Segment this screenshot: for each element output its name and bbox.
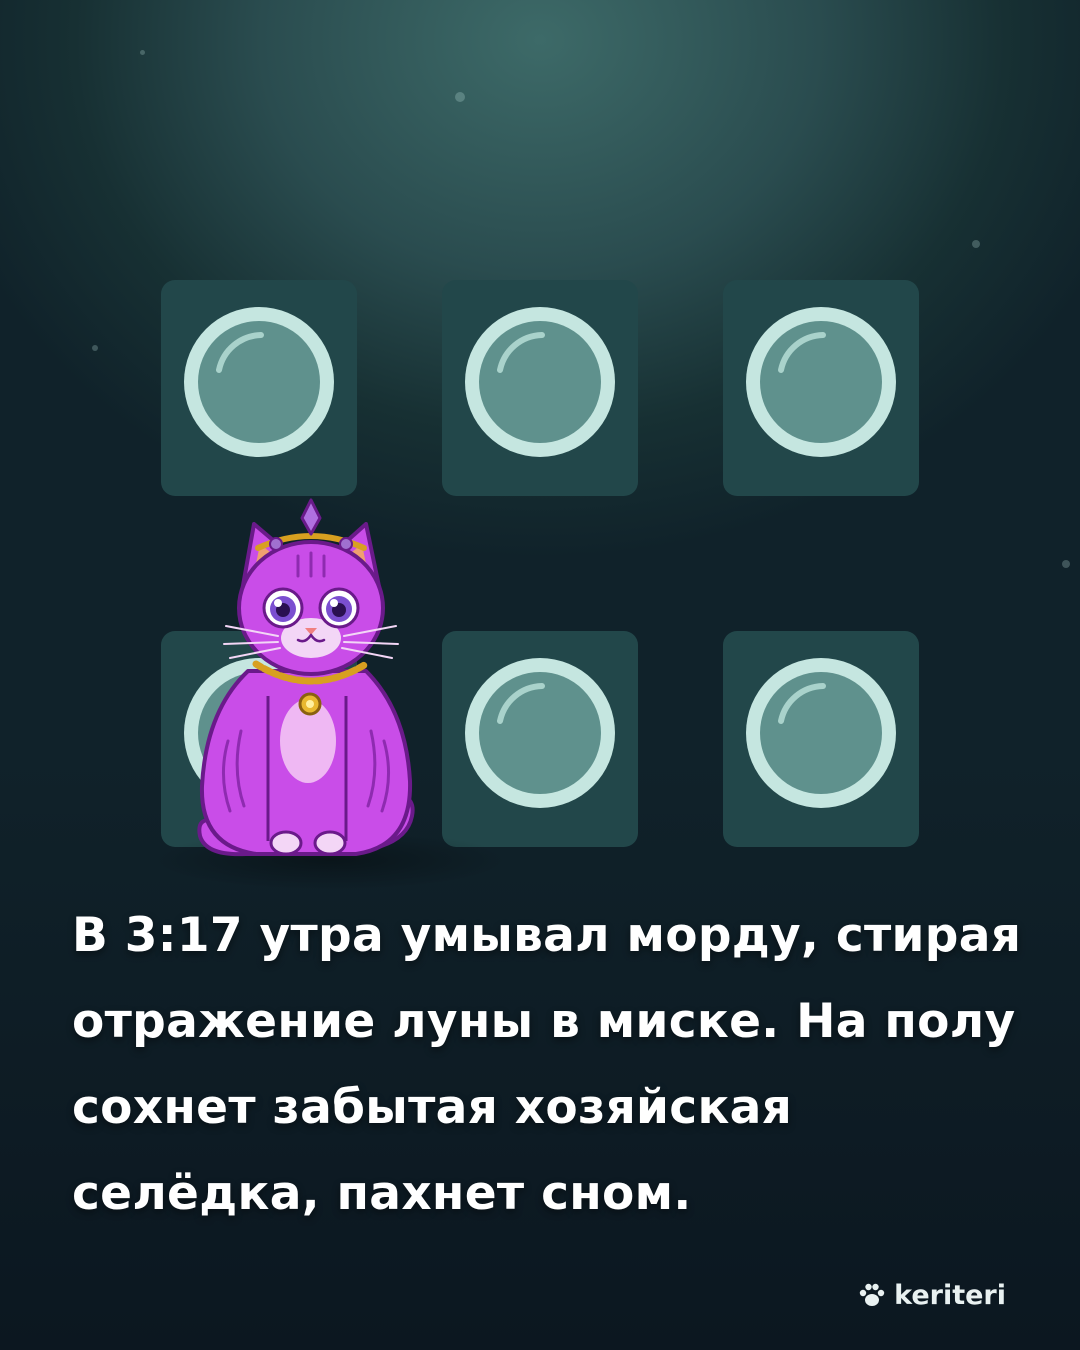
bubble-tile-2[interactable] (442, 280, 638, 496)
dust-mote (92, 345, 98, 351)
story-caption: В 3:17 утра умывал морду, стирая отражен… (72, 908, 1022, 1221)
dust-mote (455, 92, 465, 102)
purple-cat-with-tiara-icon[interactable] (186, 496, 436, 866)
bubble-icon (184, 307, 334, 457)
bubble-tile-3[interactable] (723, 280, 919, 496)
paw-icon (859, 1283, 885, 1306)
dust-mote (140, 50, 145, 55)
brand-name: keriteri (894, 1279, 1006, 1311)
bubble-tile-6[interactable] (723, 631, 919, 847)
bubble-icon (746, 658, 896, 808)
bubble-icon (746, 307, 896, 457)
brand-mark[interactable]: keriteri (858, 1278, 1006, 1312)
bubble-icon (465, 307, 615, 457)
bubble-icon (465, 658, 615, 808)
dust-mote (972, 240, 980, 248)
bubble-tile-5[interactable] (442, 631, 638, 847)
bubble-tile-1[interactable] (161, 280, 357, 496)
dust-mote (1062, 560, 1070, 568)
